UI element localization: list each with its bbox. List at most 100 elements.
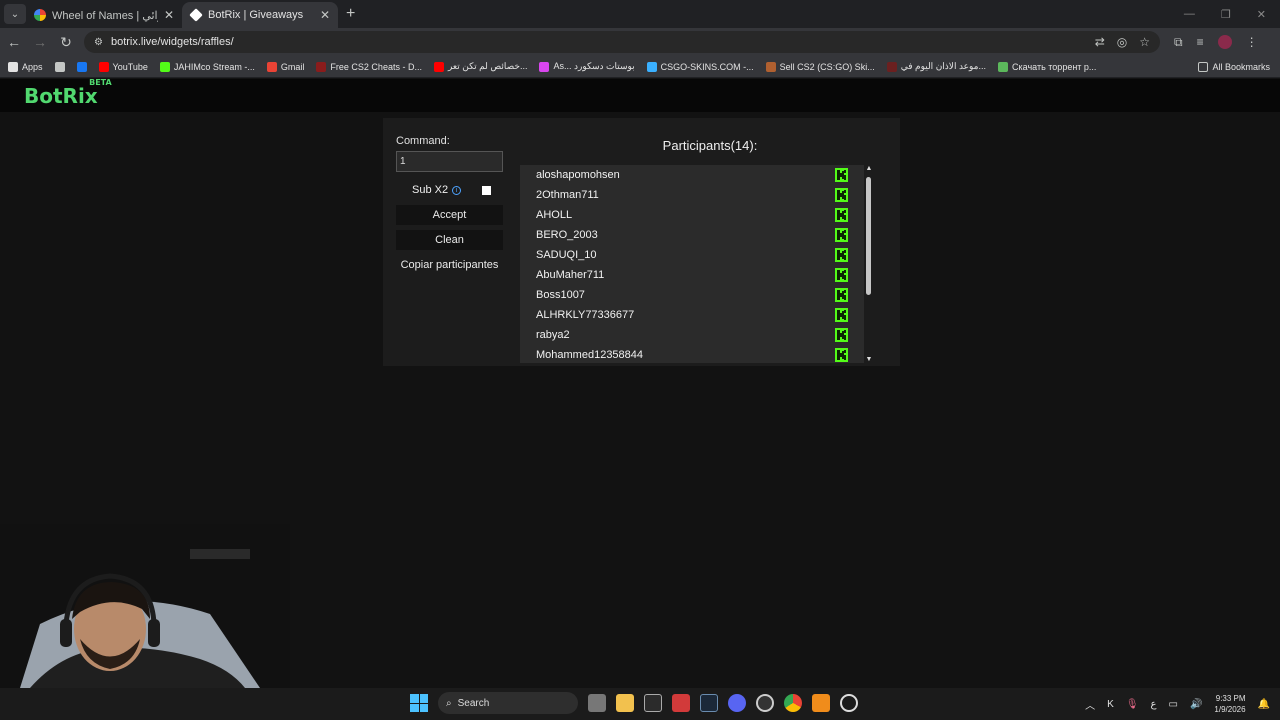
start-windows-icon[interactable]	[410, 694, 428, 712]
clock-time: 9:33 PM	[1215, 694, 1246, 703]
bookmark-item[interactable]: Скачать торрент р...	[998, 61, 1096, 72]
discord-icon[interactable]	[728, 694, 746, 712]
kick-platform-icon	[835, 228, 848, 242]
bookmark-label: Free CS2 Cheats - D...	[330, 61, 422, 72]
sub-x2-checkbox[interactable]	[482, 185, 491, 195]
tray-overflow-icon[interactable]: ︿	[1085, 697, 1095, 712]
window-controls: — ❐ ✕	[1184, 8, 1280, 21]
steam-icon[interactable]	[700, 694, 718, 712]
system-tray: ︿ K 🎙 ع ▭ 🔊 9:33 PM 1/9/2026 🔔	[1085, 688, 1270, 720]
kick-platform-icon	[835, 348, 848, 362]
maximize-icon[interactable]: ❐	[1221, 8, 1231, 21]
volume-icon[interactable]: 🔊	[1190, 699, 1202, 710]
taskbar-search[interactable]: ⌕ Search	[438, 692, 578, 714]
language-indicator[interactable]: ع	[1151, 699, 1157, 710]
reload-icon[interactable]: ↻	[54, 34, 78, 51]
bookmark-label: Apps	[22, 61, 43, 72]
participant-row[interactable]: SADUQI_10	[520, 245, 864, 265]
chrome-icon[interactable]	[784, 694, 802, 712]
logitech-icon[interactable]	[644, 694, 662, 712]
close-window-icon[interactable]: ✕	[1257, 8, 1266, 21]
info-icon[interactable]: i	[452, 185, 462, 195]
tab-botrix-giveaways[interactable]: BotRix | Giveaways ✕	[182, 2, 338, 28]
participant-row[interactable]: 2Othman711	[520, 185, 864, 205]
bookmark-item[interactable]: CSGO-SKINS.COM -...	[646, 61, 754, 72]
clean-button[interactable]: Clean	[396, 230, 503, 250]
accept-button[interactable]: Accept	[396, 205, 503, 225]
notification-icon[interactable]: 🔔	[1258, 699, 1270, 710]
webcam-person-image	[0, 524, 290, 688]
scroll-thumb[interactable]	[866, 177, 871, 295]
kick-platform-icon	[835, 328, 848, 342]
scroll-up-icon[interactable]: ▲	[864, 165, 874, 172]
profile-avatar-icon[interactable]	[1217, 35, 1232, 49]
forward-icon[interactable]: →	[28, 34, 52, 50]
command-label: Command:	[396, 135, 450, 147]
bookmark-item[interactable]: JAHIMco Stream -...	[159, 61, 255, 72]
back-icon[interactable]: ←	[2, 34, 26, 50]
bookmark-item[interactable]: موعد الاذان اليوم في...	[886, 61, 986, 72]
url-text: botrix.live/widgets/raffles/	[110, 36, 234, 48]
app-red-icon[interactable]	[672, 694, 690, 712]
kick-platform-icon	[835, 268, 848, 282]
app-ring-icon[interactable]	[756, 694, 774, 712]
vlc-icon[interactable]	[812, 694, 830, 712]
bookmark-item[interactable]	[54, 61, 65, 72]
copy-participants-button[interactable]: Copiar participantes	[396, 255, 503, 275]
bookmark-item[interactable]: Free CS2 Cheats - D...	[316, 61, 422, 72]
new-tab-icon[interactable]: +	[346, 5, 355, 23]
microphone-icon[interactable]: 🎙	[1126, 699, 1139, 710]
participant-row[interactable]: aloshapomohsen	[520, 165, 864, 185]
site-info-icon[interactable]: ⚙	[94, 37, 103, 48]
participant-row[interactable]: BERO_2003	[520, 225, 864, 245]
task-view-icon[interactable]	[588, 694, 606, 712]
participants-scrollbar[interactable]: ▲ ▼	[864, 165, 874, 363]
bookmark-item[interactable]: Gmail	[266, 61, 305, 72]
clock[interactable]: 9:33 PM 1/9/2026	[1214, 693, 1245, 715]
file-explorer-icon[interactable]	[616, 694, 634, 712]
all-bookmarks-button[interactable]: All Bookmarks	[1198, 61, 1270, 72]
torrent-icon	[998, 61, 1009, 72]
reading-list-icon[interactable]: ≡	[1197, 35, 1204, 49]
kick-platform-icon	[835, 248, 848, 262]
tab-title: BotRix | Giveaways	[208, 9, 304, 21]
kick-platform-icon	[835, 188, 848, 202]
tracking-eye-icon[interactable]: ◎	[1117, 35, 1127, 49]
bookmark-item[interactable]: Apps	[8, 61, 43, 72]
tab-wheel-of-names[interactable]: Wheel of Names | سم العشوائي ✕	[26, 2, 182, 28]
settings-gear-icon[interactable]	[840, 694, 858, 712]
bookmark-label: Gmail	[280, 61, 305, 72]
close-tab-icon[interactable]: ✕	[164, 8, 174, 22]
bookmark-item[interactable]	[76, 61, 87, 72]
menu-kebab-icon[interactable]: ⋮	[1246, 35, 1258, 49]
bookmark-item[interactable]: Sell CS2 (CS:GO) Ski...	[765, 61, 875, 72]
kick-tray-icon[interactable]: K	[1107, 699, 1114, 710]
extensions-icon[interactable]: ⧉	[1174, 35, 1183, 50]
participants-title: Participants(14):	[662, 138, 758, 153]
participant-row[interactable]: AHOLL	[520, 205, 864, 225]
botrix-logo[interactable]: BotRix BETA	[24, 78, 112, 108]
network-icon[interactable]: ▭	[1169, 699, 1178, 710]
translate-icon[interactable]: ⇄	[1095, 35, 1105, 49]
bookmark-item[interactable]: As... بوستات دسكورد	[539, 61, 635, 72]
scroll-down-icon[interactable]: ▼	[864, 356, 874, 363]
cheats-icon	[316, 61, 327, 72]
minimize-icon[interactable]: —	[1184, 8, 1195, 21]
participants-list[interactable]: aloshapomohsen 2Othman711 AHOLL BERO_2003 SA…	[520, 165, 864, 363]
youtube-icon	[98, 61, 109, 72]
bookmark-star-icon[interactable]: ☆	[1139, 35, 1150, 49]
participant-row[interactable]: ALHRKLY77336677	[520, 305, 864, 325]
participant-row[interactable]: AbuMaher711	[520, 265, 864, 285]
address-bar[interactable]: ⚙ botrix.live/widgets/raffles/ ⇄ ◎ ☆	[84, 31, 1160, 53]
bookmark-item[interactable]: خصائص لم تكن تعر...	[433, 61, 527, 72]
bookmark-label: As... بوستات دسكورد	[553, 61, 635, 71]
bookmark-item[interactable]: YouTube	[98, 61, 148, 72]
close-tab-icon[interactable]: ✕	[320, 8, 330, 22]
browser-toolbar: ← → ↻ ⚙ botrix.live/widgets/raffles/ ⇄ ◎…	[0, 28, 1280, 56]
command-input[interactable]	[396, 151, 503, 172]
participant-row[interactable]: Boss1007	[520, 285, 864, 305]
participant-row[interactable]: rabya2	[520, 325, 864, 345]
tab-search-button[interactable]: ⌄	[4, 4, 26, 24]
participant-row[interactable]: Mohammed12358844	[520, 345, 864, 363]
bookmark-label: CSGO-SKINS.COM -...	[660, 61, 754, 72]
